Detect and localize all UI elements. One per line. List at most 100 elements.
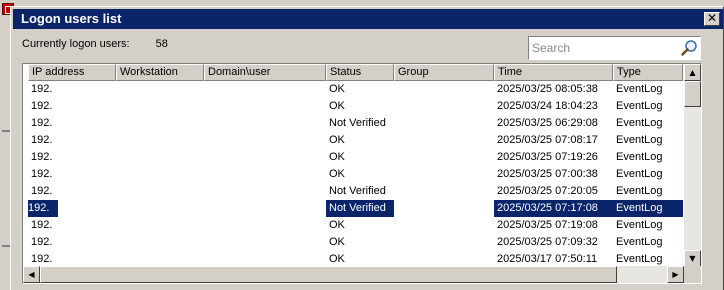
cell-type: EventLog [613, 200, 683, 217]
cell-time: 2025/03/25 07:20:05 [497, 185, 598, 197]
cell-ip-address: 192. [31, 253, 53, 265]
column-header-domain-user[interactable]: Domain\user [204, 64, 326, 81]
cell-ip-address: 192. [31, 134, 53, 146]
cell-time: 2025/03/25 07:17:08 [494, 200, 613, 217]
cell-time: 2025/03/25 07:00:38 [497, 168, 598, 180]
cell-time: 2025/03/17 07:50:11 [497, 253, 598, 265]
logon-count-label: Currently logon users: [22, 38, 130, 50]
table-header: IP address Workstation Domain\user Status Gr… [28, 64, 683, 81]
cell-time: 2025/03/25 07:08:17 [497, 134, 598, 146]
cell-group [394, 217, 494, 234]
cell-type: EventLog [616, 253, 663, 265]
search-box[interactable] [528, 36, 701, 60]
cell-ip-address: 192. [31, 83, 53, 95]
cell-status: OK [329, 134, 345, 146]
cell-status: OK [329, 253, 345, 265]
column-header-workstation[interactable]: Workstation [116, 64, 204, 81]
scroll-up-button[interactable]: ▲ [684, 64, 701, 81]
cell-group [394, 81, 494, 98]
horizontal-scrollbar[interactable]: ◀ ▶ [23, 266, 684, 283]
table-row[interactable]: 192. OK 2025/03/25 07:00:38 EventLog [28, 166, 683, 183]
logon-users-table[interactable]: IP address Workstation Domain\user Status Gr… [22, 63, 702, 284]
table-row[interactable]: 192. OK 2025/03/25 07:09:32 EventLog [28, 234, 683, 251]
cell-group [394, 115, 494, 132]
cell-type: EventLog [616, 134, 663, 146]
cell-status: OK [329, 151, 345, 163]
cell-domain-user [204, 149, 326, 166]
table-row[interactable]: 192. Not Verified 2025/03/25 07:20:05 Event… [28, 183, 683, 200]
cell-domain-user [204, 132, 326, 149]
table-row[interactable]: 192. OK 2025/03/25 07:19:08 EventLog [28, 217, 683, 234]
cell-workstation [116, 200, 204, 217]
cell-type: EventLog [616, 83, 663, 95]
cell-type: EventLog [616, 100, 663, 112]
scrollbar-corner [684, 266, 701, 283]
scroll-right-button[interactable]: ▶ [667, 266, 684, 283]
cell-type: EventLog [616, 117, 663, 129]
cell-type: EventLog [616, 185, 663, 197]
scroll-down-button[interactable]: ▼ [684, 250, 701, 267]
dialog-titlebar: Logon users list ✕ [13, 9, 723, 29]
table-row[interactable]: 192. OK 2025/03/25 07:08:17 EventLog [28, 132, 683, 149]
table-row[interactable]: 192. OK 2025/03/24 18:04:23 EventLog [28, 98, 683, 115]
vertical-scroll-thumb[interactable] [684, 81, 701, 107]
cell-workstation [116, 132, 204, 149]
cell-workstation [116, 98, 204, 115]
table-row[interactable]: 192. OK 2025/03/17 07:50:11 EventLog [28, 251, 683, 267]
cell-domain-user [204, 115, 326, 132]
column-header-ip-address[interactable]: IP address [28, 64, 116, 81]
cell-domain-user [204, 166, 326, 183]
column-header-group[interactable]: Group [394, 64, 494, 81]
cell-status: Not Verified [329, 185, 386, 197]
column-header-time[interactable]: Time [494, 64, 613, 81]
cell-group [394, 234, 494, 251]
cell-group [394, 166, 494, 183]
search-input[interactable] [532, 40, 677, 56]
background-divider [2, 130, 10, 132]
table-row[interactable]: 192. Not Verified 2025/03/25 07:17:08 Event… [28, 200, 683, 217]
cell-domain-user [204, 200, 326, 217]
cell-workstation [116, 251, 204, 267]
cell-workstation [116, 166, 204, 183]
cell-ip-address: 192. [28, 200, 58, 217]
cell-ip-address: 192. [31, 168, 53, 180]
cell-time: 2025/03/25 07:19:26 [497, 151, 598, 163]
cell-workstation [116, 115, 204, 132]
cell-status: OK [329, 100, 345, 112]
cell-time: 2025/03/24 18:04:23 [497, 100, 598, 112]
table-row[interactable]: 192. OK 2025/03/25 07:19:26 EventLog [28, 149, 683, 166]
cell-workstation [116, 234, 204, 251]
magnifier-search-icon[interactable] [680, 39, 698, 57]
cell-domain-user [204, 81, 326, 98]
table-row[interactable]: 192. OK 2025/03/25 08:05:38 EventLog [28, 81, 683, 98]
cell-time: 2025/03/25 08:05:38 [497, 83, 598, 95]
column-header-status[interactable]: Status [326, 64, 394, 81]
cell-group [394, 98, 494, 115]
column-header-type[interactable]: Type [613, 64, 683, 81]
cell-time: 2025/03/25 07:09:32 [497, 236, 598, 248]
vertical-scrollbar[interactable]: ▲ ▼ [684, 64, 701, 267]
cell-group [394, 149, 494, 166]
close-button[interactable]: ✕ [704, 12, 720, 26]
cell-ip-address: 192. [31, 219, 53, 231]
table-row[interactable]: 192. Not Verified 2025/03/25 06:29:08 Event… [28, 115, 683, 132]
cell-ip-address: 192. [31, 236, 53, 248]
scroll-left-button[interactable]: ◀ [23, 266, 40, 283]
cell-domain-user [204, 217, 326, 234]
cell-domain-user [204, 183, 326, 200]
cell-ip-address: 192. [31, 100, 53, 112]
horizontal-scroll-thumb[interactable] [40, 266, 617, 283]
cell-workstation [116, 81, 204, 98]
cell-ip-address: 192. [31, 117, 53, 129]
close-icon: ✕ [706, 11, 718, 25]
cell-status: OK [329, 219, 345, 231]
logon-count-row: Currently logon users: 58 [22, 38, 168, 50]
cell-type: EventLog [616, 219, 663, 231]
cell-type: EventLog [616, 151, 663, 163]
cell-group [394, 183, 494, 200]
cell-workstation [116, 217, 204, 234]
cell-time: 2025/03/25 06:29:08 [497, 117, 598, 129]
cell-status: Not Verified [329, 117, 386, 129]
cell-status: OK [329, 168, 345, 180]
cell-group [394, 200, 494, 217]
